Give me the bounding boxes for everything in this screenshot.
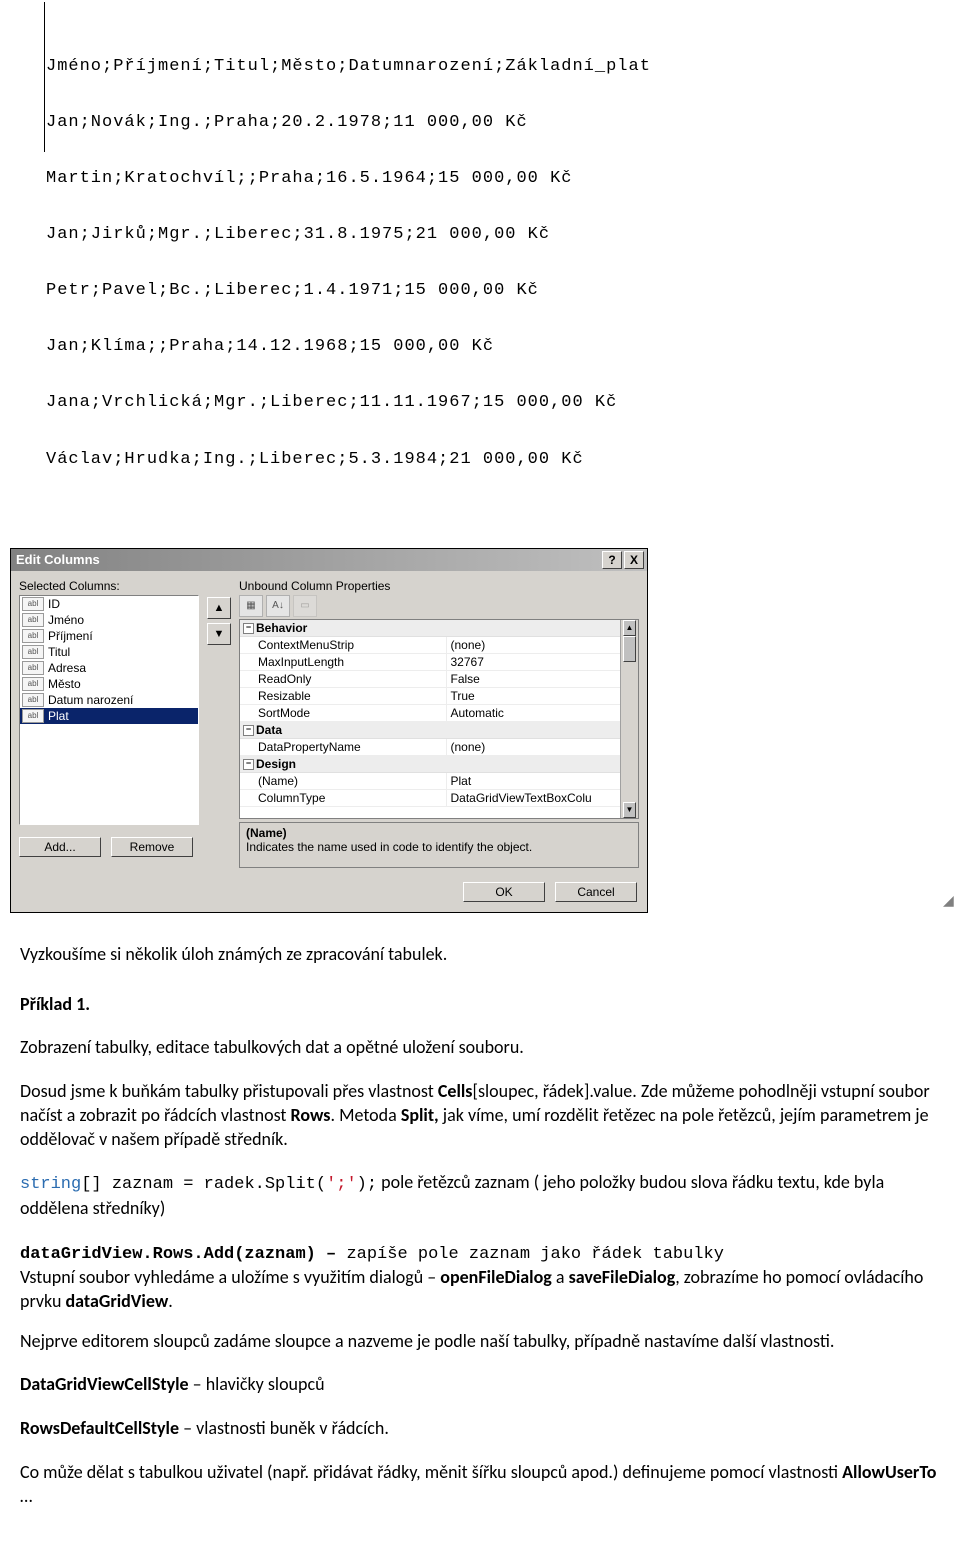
- propertygrid-toolbar: ▦ A↓ ▭: [239, 595, 639, 617]
- csv-line: Jan;Klíma;;Praha;14.12.1968;15 000,00 Kč: [46, 338, 960, 357]
- text-cursor: [44, 2, 45, 152]
- property-pages-icon: ▭: [293, 595, 317, 617]
- property-row[interactable]: ColumnTypeDataGridViewTextBoxColu▼: [240, 790, 638, 807]
- textbox-column-icon: abl: [22, 629, 44, 643]
- paragraph: RowsDefaultCellStyle – vlastnosti buněk …: [20, 1417, 940, 1441]
- paragraph: Nejprve editorem sloupců zadáme sloupce …: [20, 1330, 940, 1354]
- textbox-column-icon: abl: [22, 597, 44, 611]
- csv-line: Petr;Pavel;Bc.;Liberec;1.4.1971;15 000,0…: [46, 282, 960, 301]
- ok-button[interactable]: OK: [463, 882, 545, 902]
- example-heading: Příklad 1.: [20, 993, 940, 1017]
- article-body: Vyzkoušíme si několik úloh známých ze zp…: [0, 913, 960, 1548]
- help-button[interactable]: ?: [602, 551, 622, 569]
- property-row[interactable]: ReadOnlyFalse: [240, 671, 638, 688]
- add-button[interactable]: Add...: [19, 837, 101, 857]
- property-row[interactable]: (Name)Plat: [240, 773, 638, 790]
- close-button[interactable]: X: [624, 551, 644, 569]
- unbound-properties-label: Unbound Column Properties: [239, 579, 639, 593]
- property-row[interactable]: DataPropertyName(none): [240, 739, 638, 756]
- textbox-column-icon: abl: [22, 709, 44, 723]
- paragraph: DataGridViewCellStyle – hlavičky sloupců: [20, 1373, 940, 1397]
- selected-columns-listbox[interactable]: ablID ablJméno ablPříjmení ablTitul ablA…: [19, 595, 199, 825]
- alphabetical-icon[interactable]: A↓: [266, 595, 290, 617]
- csv-line: Jan;Novák;Ing.;Praha;20.2.1978;11 000,00…: [46, 114, 960, 133]
- paragraph: Vyzkoušíme si několik úloh známých ze zp…: [20, 943, 940, 967]
- code-line: string[] zaznam = radek.Split(';'); pole…: [20, 1171, 940, 1220]
- paragraph: Zobrazení tabulky, editace tabulkových d…: [20, 1036, 940, 1060]
- csv-line: Martin;Kratochvíl;;Praha;16.5.1964;15 00…: [46, 170, 960, 189]
- paragraph: dataGridView.Rows.Add(zaznam) – zapíše p…: [20, 1241, 940, 1314]
- list-item[interactable]: ablAdresa: [20, 660, 198, 676]
- move-down-button[interactable]: ▼: [207, 623, 231, 645]
- cancel-button[interactable]: Cancel: [555, 882, 637, 902]
- paragraph: Dosud jsme k buňkám tabulky přistupovali…: [20, 1080, 940, 1151]
- list-item[interactable]: ablPlat: [20, 708, 198, 724]
- categorized-icon[interactable]: ▦: [239, 595, 263, 617]
- selected-columns-label: Selected Columns:: [19, 579, 199, 593]
- csv-line: Jméno;Příjmení;Titul;Město;Datumnarození…: [46, 58, 960, 77]
- list-item[interactable]: ablMěsto: [20, 676, 198, 692]
- textbox-column-icon: abl: [22, 645, 44, 659]
- dialog-titlebar[interactable]: Edit Columns ? X: [11, 549, 647, 571]
- csv-source-block: Jméno;Příjmení;Titul;Město;Datumnarození…: [0, 0, 960, 488]
- paragraph: Co může dělat s tabulkou uživatel (např.…: [20, 1461, 940, 1509]
- remove-button[interactable]: Remove: [111, 837, 193, 857]
- scrollbar[interactable]: ▲ ▼: [620, 620, 638, 818]
- textbox-column-icon: abl: [22, 693, 44, 707]
- category-row[interactable]: −Behavior: [240, 620, 638, 637]
- csv-line: Václav;Hrudka;Ing.;Liberec;5.3.1984;21 0…: [46, 451, 960, 470]
- csv-line: Jana;Vrchlická;Mgr.;Liberec;11.11.1967;1…: [46, 394, 960, 413]
- property-row[interactable]: SortModeAutomatic: [240, 705, 638, 722]
- collapse-icon[interactable]: −: [243, 623, 254, 634]
- list-item[interactable]: ablJméno: [20, 612, 198, 628]
- scroll-thumb[interactable]: [623, 636, 636, 662]
- scroll-up-icon[interactable]: ▲: [623, 620, 636, 636]
- property-row[interactable]: ContextMenuStrip(none): [240, 637, 638, 654]
- collapse-icon[interactable]: −: [243, 759, 254, 770]
- csv-line: Jan;Jirků;Mgr.;Liberec;31.8.1975;21 000,…: [46, 226, 960, 245]
- resize-grip-icon[interactable]: ◢: [943, 896, 957, 910]
- property-grid[interactable]: −Behavior ContextMenuStrip(none) MaxInpu…: [239, 619, 639, 819]
- category-row[interactable]: −Data: [240, 722, 638, 739]
- edit-columns-dialog: Edit Columns ? X Selected Columns: ablID…: [10, 548, 648, 913]
- list-item[interactable]: ablTitul: [20, 644, 198, 660]
- textbox-column-icon: abl: [22, 613, 44, 627]
- category-row[interactable]: −Design: [240, 756, 638, 773]
- property-row[interactable]: ResizableTrue: [240, 688, 638, 705]
- textbox-column-icon: abl: [22, 677, 44, 691]
- dialog-title: Edit Columns: [16, 552, 100, 567]
- property-row[interactable]: MaxInputLength32767: [240, 654, 638, 671]
- move-up-button[interactable]: ▲: [207, 597, 231, 619]
- list-item[interactable]: ablPříjmení: [20, 628, 198, 644]
- property-description: (Name) Indicates the name used in code t…: [239, 822, 639, 868]
- list-item[interactable]: ablID: [20, 596, 198, 612]
- textbox-column-icon: abl: [22, 661, 44, 675]
- collapse-icon[interactable]: −: [243, 725, 254, 736]
- scroll-down-icon[interactable]: ▼: [623, 802, 636, 818]
- list-item[interactable]: ablDatum narození: [20, 692, 198, 708]
